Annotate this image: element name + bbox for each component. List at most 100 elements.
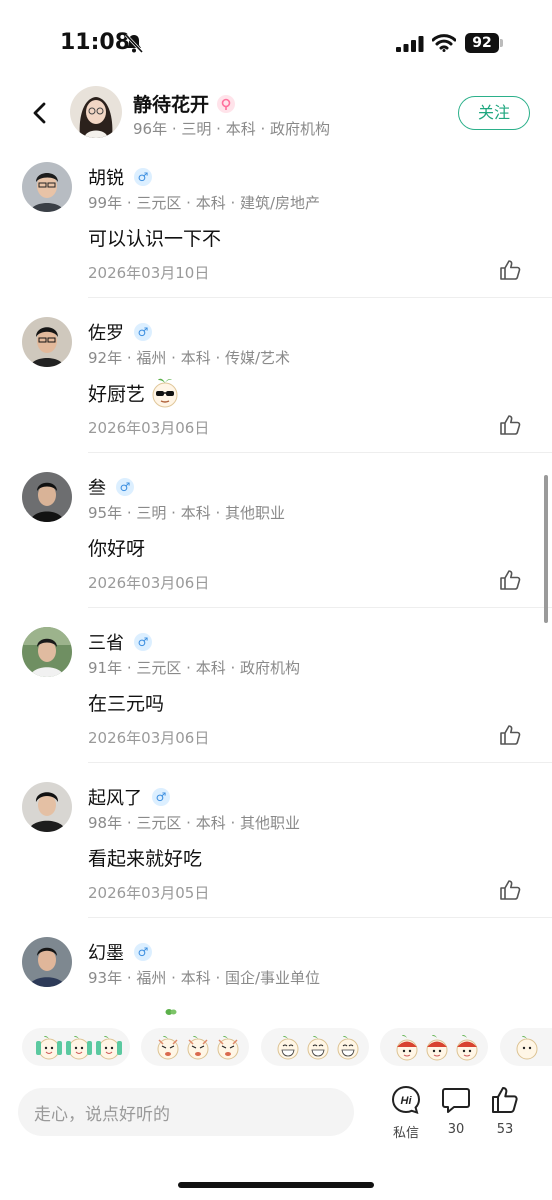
bell-off-icon — [124, 33, 144, 53]
commenter-name[interactable]: 叁 ♂ — [88, 474, 134, 500]
commenter-name[interactable]: 幻墨 ♂ — [88, 939, 152, 965]
sticker-row — [0, 1028, 552, 1068]
battery-level: 92 — [465, 33, 499, 53]
author-name[interactable]: 静待花开 — [133, 90, 236, 117]
comment-divider — [88, 452, 552, 453]
commenter-meta: 93年 · 福州 · 本科 · 国企/事业单位 — [88, 969, 321, 987]
comment-date: 2026年03月06日 — [88, 729, 210, 747]
comment-item: 起风了 ♂ 98年 · 三元区 · 本科 · 其他职业 看起来就好吃 2026年0… — [0, 770, 552, 925]
svg-text:Hi: Hi — [401, 1095, 413, 1107]
comment-item: 胡锐 ♂ 99年 · 三元区 · 本科 · 建筑/房地产 可以认识一下不 2026… — [0, 150, 552, 305]
commenter-name-text: 胡锐 — [88, 168, 124, 189]
private-message-label: 私信 — [392, 1126, 419, 1141]
commenter-name-text: 佐罗 — [88, 323, 124, 344]
comment-divider — [88, 607, 552, 608]
comment-text: 你好呀 — [88, 538, 146, 560]
comment-date: 2026年03月05日 — [88, 884, 210, 902]
commenter-avatar[interactable] — [22, 627, 72, 677]
commenter-avatar[interactable] — [22, 937, 72, 987]
comment-item: 佐罗 ♂ 92年 · 福州 · 本科 · 传媒/艺术 好厨艺 2026年03月06… — [0, 305, 552, 460]
comment-item: 幻墨 ♂ 93年 · 福州 · 本科 · 国企/事业单位 — [0, 925, 552, 995]
comment-text: 可以认识一下不 — [88, 228, 222, 250]
comment-input[interactable]: 走心，说点好听的 — [18, 1088, 354, 1136]
post-header: 静待花开 96年 · 三明 · 本科 · 政府机构 关注 — [0, 80, 552, 150]
commenter-meta: 98年 · 三元区 · 本科 · 其他职业 — [88, 814, 301, 832]
grinning-sprout-icon — [277, 1036, 359, 1060]
commenter-name[interactable]: 胡锐 ♂ — [88, 164, 152, 190]
scrollbar[interactable] — [544, 475, 548, 623]
sticker-pack-grin[interactable] — [261, 1028, 369, 1066]
back-arrow-icon[interactable] — [26, 98, 52, 128]
female-badge-icon — [217, 94, 236, 113]
commenter-meta: 95年 · 三明 · 本科 · 其他职业 — [88, 504, 286, 522]
commenter-name-text: 三省 — [88, 633, 124, 654]
comment-divider — [88, 917, 552, 918]
crying-sprout-icon — [157, 1036, 239, 1060]
battery-icon: 92 — [465, 33, 503, 53]
sticker-pack-cry[interactable] — [141, 1028, 249, 1066]
male-gender-icon: ♂ — [134, 943, 152, 961]
commenter-avatar[interactable] — [22, 472, 72, 522]
cellular-signal-icon — [396, 36, 424, 52]
commenter-name-text: 起风了 — [88, 788, 142, 809]
commenter-avatar[interactable] — [22, 162, 72, 212]
sprout-peek-icon — [165, 1009, 177, 1015]
sunglasses-sprout-sticker-icon — [152, 378, 178, 408]
commenter-name[interactable]: 起风了 ♂ — [88, 784, 170, 810]
commenter-name[interactable]: 佐罗 ♂ — [88, 319, 152, 345]
comment-count-button[interactable]: 30 — [436, 1084, 476, 1137]
comment-text: 看起来就好吃 — [88, 848, 203, 870]
comment-bubble-icon — [442, 1088, 470, 1113]
comment-date: 2026年03月10日 — [88, 264, 210, 282]
follow-button[interactable]: 关注 — [458, 96, 530, 130]
commenter-meta: 99年 · 三元区 · 本科 · 建筑/房地产 — [88, 194, 321, 212]
comment-list[interactable]: 胡锐 ♂ 99年 · 三元区 · 本科 · 建筑/房地产 可以认识一下不 2026… — [0, 150, 552, 995]
sticker-pack-more[interactable] — [500, 1028, 552, 1066]
hi-message-icon: Hi — [391, 1085, 421, 1115]
author-name-text: 静待花开 — [133, 94, 210, 116]
comment-item: 叁 ♂ 95年 · 三明 · 本科 · 其他职业 你好呀 2026年03月06日 — [0, 460, 552, 615]
commenter-name-text: 叁 — [88, 478, 106, 499]
comment-date: 2026年03月06日 — [88, 419, 210, 437]
commenter-name[interactable]: 三省 ♂ — [88, 629, 152, 655]
commenter-avatar[interactable] — [22, 317, 72, 367]
male-gender-icon: ♂ — [134, 168, 152, 186]
comment-text: 在三元吗 — [88, 693, 165, 715]
thumbs-up-icon[interactable] — [498, 568, 522, 592]
male-gender-icon: ♂ — [152, 788, 170, 806]
comment-divider — [88, 762, 552, 763]
private-message-button[interactable]: Hi 私信 — [386, 1084, 426, 1141]
male-gender-icon: ♂ — [134, 323, 152, 341]
commenter-avatar[interactable] — [22, 782, 72, 832]
comment-divider — [88, 297, 552, 298]
status-time: 11:08 — [60, 30, 131, 55]
status-bar: 11:08 92 — [0, 0, 552, 80]
thumbs-up-icon[interactable] — [498, 723, 522, 747]
comment-text-content: 好厨艺 — [88, 383, 146, 406]
red-hat-sprout-icon — [396, 1035, 478, 1061]
thumbs-up-icon[interactable] — [498, 413, 522, 437]
thumbs-up-icon[interactable] — [498, 878, 522, 902]
wifi-icon — [432, 34, 456, 52]
author-meta: 96年 · 三明 · 本科 · 政府机构 — [133, 120, 331, 138]
author-avatar[interactable] — [70, 86, 122, 138]
comment-input-placeholder: 走心，说点好听的 — [34, 1105, 170, 1125]
male-gender-icon: ♂ — [116, 478, 134, 496]
comment-text: 好厨艺 — [88, 378, 181, 411]
commenter-meta: 92年 · 福州 · 本科 · 传媒/艺术 — [88, 349, 291, 367]
thumbs-up-icon — [492, 1087, 518, 1113]
home-indicator[interactable] — [178, 1182, 374, 1188]
commenter-meta: 91年 · 三元区 · 本科 · 政府机构 — [88, 659, 301, 677]
comment-date: 2026年03月06日 — [88, 574, 210, 592]
thumbs-up-icon[interactable] — [498, 258, 522, 282]
like-count: 53 — [496, 1122, 514, 1137]
sticker-pack-hat[interactable] — [380, 1028, 488, 1066]
male-gender-icon: ♂ — [134, 633, 152, 651]
sprout-sticker-icon — [516, 1036, 538, 1060]
comment-item: 三省 ♂ 91年 · 三元区 · 本科 · 政府机构 在三元吗 2026年03月0… — [0, 615, 552, 770]
cheering-sprout-icon — [36, 1036, 122, 1060]
comment-count: 30 — [447, 1122, 465, 1137]
sticker-pack-cheer[interactable] — [22, 1028, 130, 1066]
like-count-button[interactable]: 53 — [485, 1084, 525, 1137]
commenter-name-text: 幻墨 — [88, 943, 124, 964]
